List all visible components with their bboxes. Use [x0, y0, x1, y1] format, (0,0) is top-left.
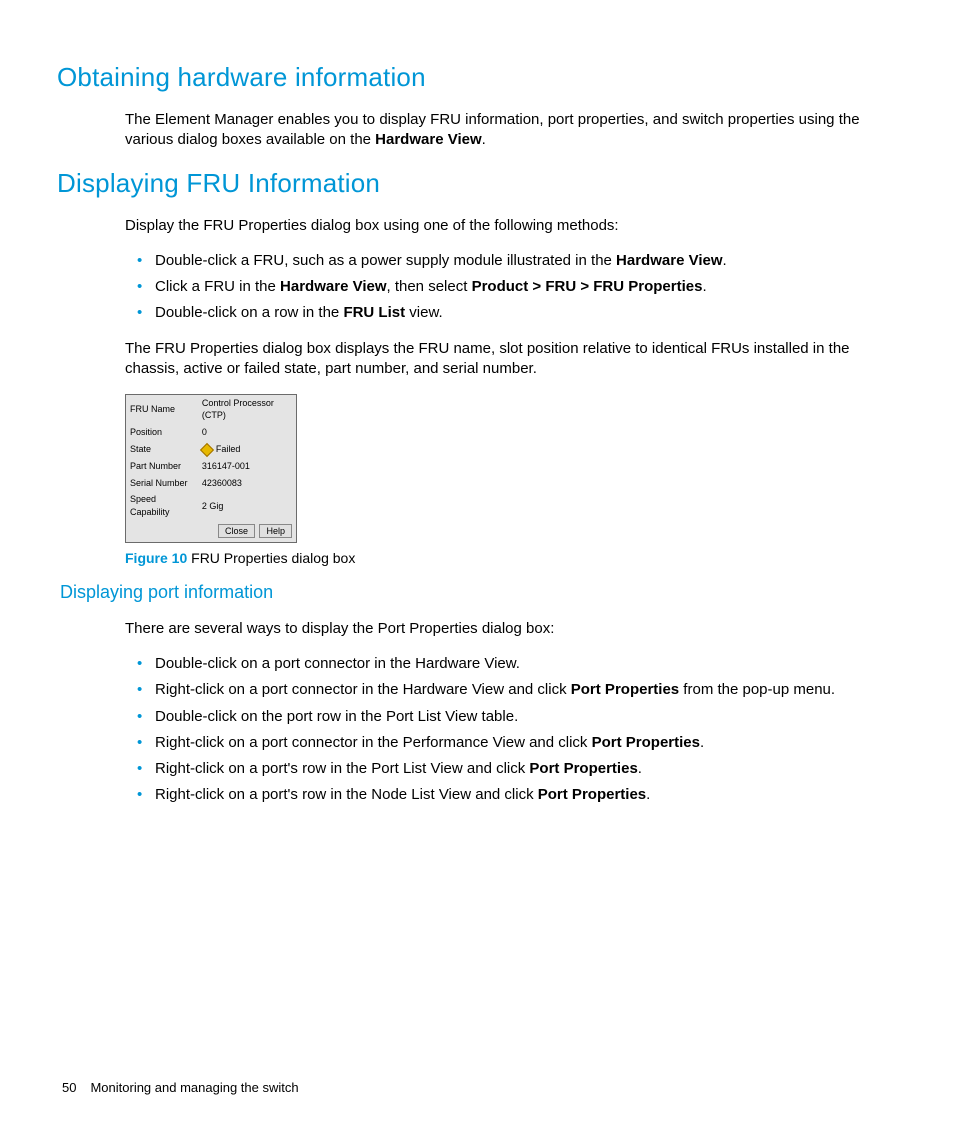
text: Click a FRU in the: [155, 278, 280, 295]
paragraph: The Element Manager enables you to displ…: [125, 110, 874, 151]
list-item: Double-click a FRU, such as a power supp…: [155, 251, 874, 271]
port-properties-term: Port Properties: [529, 760, 637, 777]
list-item: Right-click on a port connector in the P…: [155, 733, 874, 753]
help-button[interactable]: Help: [259, 524, 292, 538]
list-item: Double-click on the port row in the Port…: [155, 707, 874, 727]
table-row: FRU Name Control Processor (CTP): [126, 395, 296, 423]
value-part-number: 316147-001: [198, 457, 296, 474]
table-row: Speed Capability 2 Gig: [126, 491, 296, 519]
text: Right-click on a port connector in the H…: [155, 681, 571, 698]
list-item: Right-click on a port's row in the Port …: [155, 759, 874, 779]
text: .: [723, 252, 727, 269]
menu-path-term: Product > FRU > FRU Properties: [472, 278, 703, 295]
value-speed-capability: 2 Gig: [198, 491, 296, 519]
list-item: Double-click on a row in the FRU List vi…: [155, 303, 874, 323]
text: view.: [405, 304, 443, 321]
hardware-view-term: Hardware View: [280, 278, 386, 295]
list-item: Click a FRU in the Hardware View, then s…: [155, 277, 874, 297]
figure-text: FRU Properties dialog box: [187, 550, 355, 566]
dialog-button-row: Close Help: [126, 520, 296, 542]
hardware-view-term: Hardware View: [616, 252, 722, 269]
list-item: Right-click on a port's row in the Node …: [155, 785, 874, 805]
footer-title: Monitoring and managing the switch: [90, 1080, 298, 1095]
heading-obtaining-hardware-information: Obtaining hardware information: [57, 60, 894, 95]
value-state: Failed: [198, 440, 296, 457]
heading-displaying-fru-information: Displaying FRU Information: [57, 166, 894, 201]
label-speed-capability: Speed Capability: [126, 491, 198, 519]
label-part-number: Part Number: [126, 457, 198, 474]
figure-caption: Figure 10 FRU Properties dialog box: [125, 549, 874, 568]
table-row: Serial Number 42360083: [126, 474, 296, 491]
list-item: Right-click on a port connector in the H…: [155, 680, 874, 700]
text: .: [700, 734, 704, 751]
paragraph: There are several ways to display the Po…: [125, 619, 874, 639]
label-state: State: [126, 440, 198, 457]
text: Right-click on a port's row in the Node …: [155, 786, 538, 803]
text: .: [646, 786, 650, 803]
text: Double-click on a row in the: [155, 304, 343, 321]
fru-list-term: FRU List: [343, 304, 405, 321]
hardware-view-term: Hardware View: [375, 131, 481, 148]
label-position: Position: [126, 423, 198, 440]
heading-displaying-port-information: Displaying port information: [60, 580, 874, 604]
text: Right-click on a port's row in the Port …: [155, 760, 529, 777]
label-fru-name: FRU Name: [126, 395, 198, 423]
page-number: 50: [62, 1080, 76, 1095]
method-list: Double-click a FRU, such as a power supp…: [155, 251, 874, 324]
value-fru-name: Control Processor (CTP): [198, 395, 296, 423]
figure-label: Figure 10: [125, 550, 187, 566]
port-properties-term: Port Properties: [571, 681, 679, 698]
table-row: Part Number 316147-001: [126, 457, 296, 474]
page-footer: 50 Monitoring and managing the switch: [62, 1079, 299, 1097]
text: .: [702, 278, 706, 295]
close-button[interactable]: Close: [218, 524, 255, 538]
list-item: Double-click on a port connector in the …: [155, 654, 874, 674]
value-serial-number: 42360083: [198, 474, 296, 491]
text: from the pop-up menu.: [679, 681, 835, 698]
text: .: [482, 131, 486, 148]
text: The Element Manager enables you to displ…: [125, 111, 860, 148]
state-text: Failed: [216, 444, 241, 454]
method-list: Double-click on a port connector in the …: [155, 654, 874, 806]
table-row: State Failed: [126, 440, 296, 457]
port-properties-term: Port Properties: [592, 734, 700, 751]
value-position: 0: [198, 423, 296, 440]
paragraph: Display the FRU Properties dialog box us…: [125, 216, 874, 236]
failed-icon: [200, 442, 214, 456]
text: .: [638, 760, 642, 777]
table-row: Position 0: [126, 423, 296, 440]
fru-properties-dialog: FRU Name Control Processor (CTP) Positio…: [125, 394, 297, 543]
text: , then select: [387, 278, 472, 295]
port-properties-term: Port Properties: [538, 786, 646, 803]
text: Right-click on a port connector in the P…: [155, 734, 592, 751]
paragraph: The FRU Properties dialog box displays t…: [125, 339, 874, 380]
label-serial-number: Serial Number: [126, 474, 198, 491]
text: Double-click a FRU, such as a power supp…: [155, 252, 616, 269]
